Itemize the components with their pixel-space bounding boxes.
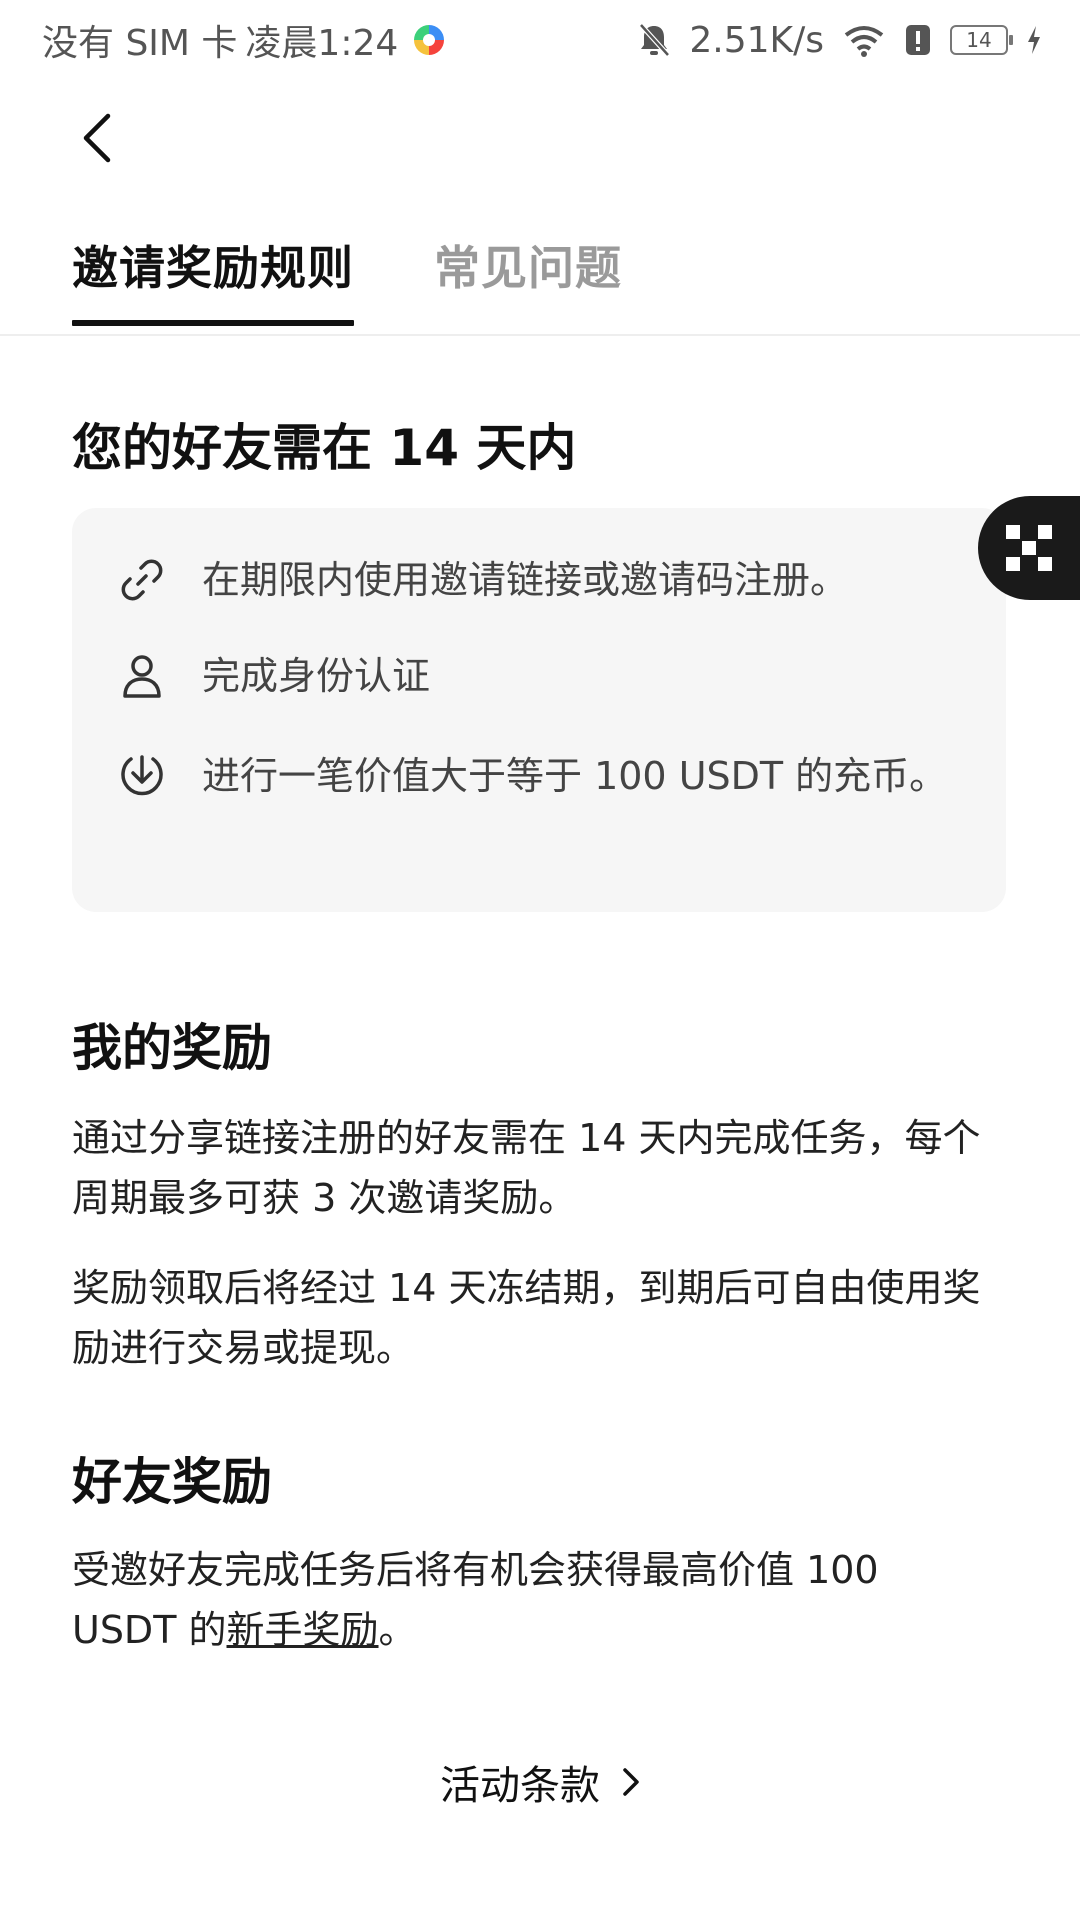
wifi-icon: [844, 26, 884, 57]
network-speed: 2.51K/s: [689, 19, 824, 61]
alert-icon: [906, 25, 930, 55]
deposit-icon: [118, 752, 166, 800]
mute-bell-icon: [639, 23, 671, 57]
status-bar: 没有 SIM 卡 凌晨1:24 2.51K/s 14: [0, 0, 1080, 80]
link-icon: [118, 556, 166, 604]
requirement-text: 完成身份认证: [202, 654, 431, 698]
requirement-item: 进行一笔价值大于等于 100 USDT 的充币。: [72, 746, 1006, 806]
chevron-left-icon: [83, 113, 111, 163]
requirement-text: 进行一笔价值大于等于 100 USDT 的充币。: [202, 754, 948, 798]
back-button[interactable]: [72, 108, 122, 168]
chevron-right-icon: [623, 1768, 639, 1796]
newbie-reward-link[interactable]: 新手奖励: [227, 1608, 379, 1652]
my-rewards-paragraph: 奖励领取后将经过 14 天冻结期，到期后可自由使用奖励进行交易或提现。: [72, 1266, 981, 1370]
tab-faq[interactable]: 常见问题: [434, 232, 622, 324]
requirements-title: 您的好友需在 14 天内: [72, 419, 577, 477]
my-rewards-paragraph: 通过分享链接注册的好友需在 14 天内完成任务，每个周期最多可获 3 次邀请奖励…: [72, 1116, 981, 1220]
user-icon: [118, 652, 166, 700]
requirement-item: 完成身份认证: [72, 646, 1006, 706]
requirement-item: 在期限内使用邀请链接或邀请码注册。: [72, 550, 1006, 610]
requirements-card: 在期限内使用邀请链接或邀请码注册。 完成身份认证 进行一笔价值大于等于 100 …: [72, 508, 1006, 912]
qr-float-button[interactable]: [978, 496, 1080, 600]
activity-terms-label: 活动条款: [440, 1763, 600, 1809]
my-rewards-title: 我的奖励: [72, 1019, 272, 1077]
battery-level: 14: [966, 28, 992, 52]
friend-rewards-title: 好友奖励: [72, 1453, 272, 1511]
tab-invite-rules[interactable]: 邀请奖励规则: [72, 232, 354, 326]
friend-rewards-text: 受邀好友完成任务后将有机会获得最高价值 100 USDT 的: [72, 1548, 879, 1652]
friend-rewards-paragraph: 受邀好友完成任务后将有机会获得最高价值 100 USDT 的新手奖励。: [72, 1540, 992, 1660]
activity-terms-link[interactable]: 活动条款: [0, 1752, 1080, 1812]
app-notification-icon: [414, 25, 445, 55]
carrier-text: 没有 SIM 卡: [42, 23, 238, 64]
qr-code-icon: [1006, 525, 1052, 571]
battery-icon: 14: [950, 25, 1013, 55]
time-text: 凌晨1:24: [245, 23, 399, 64]
charging-icon: [1028, 26, 1040, 54]
tab-bar: 邀请奖励规则 常见问题: [0, 232, 1080, 336]
requirement-text: 在期限内使用邀请链接或邀请码注册。: [202, 558, 849, 602]
friend-rewards-text-end: 。: [378, 1608, 417, 1652]
